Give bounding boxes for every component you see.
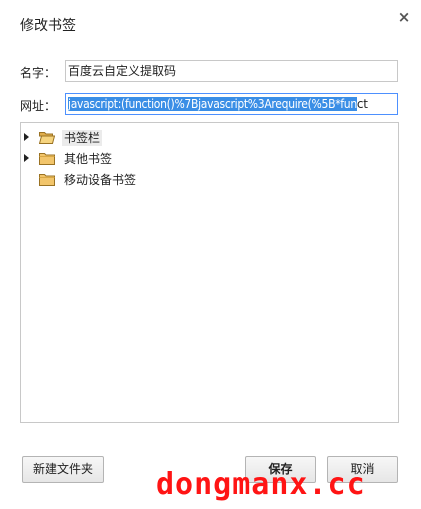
name-input[interactable]: 百度云自定义提取码 (65, 60, 398, 82)
url-input[interactable]: javascript:(function()%7Bjavascript%3Are… (65, 93, 398, 115)
dialog-title: 修改书签 (20, 18, 76, 34)
close-icon[interactable]: × (395, 8, 413, 26)
url-input-selected-text: javascript:(function()%7Bjavascript%3Are… (68, 97, 357, 111)
name-input-value: 百度云自定义提取码 (68, 64, 177, 78)
url-label: 网址： (20, 99, 57, 113)
tree-node-bookmarks-bar[interactable]: 书签栏 (21, 128, 398, 148)
name-label: 名字： (20, 66, 57, 80)
folder-icon (39, 153, 55, 165)
expand-arrow-icon[interactable] (24, 154, 29, 162)
new-folder-button[interactable]: 新建文件夹 (22, 456, 104, 483)
tree-node-other-bookmarks[interactable]: 其他书签 (21, 149, 398, 169)
tree-node-label: 其他书签 (64, 152, 113, 166)
tree-node-label: 移动设备书签 (64, 173, 137, 187)
expand-arrow-icon[interactable] (24, 133, 29, 141)
watermark: dongmanx.cc (156, 467, 366, 502)
edit-bookmark-dialog: 修改书签 × 名字： 百度云自定义提取码 网址： javascript:(fun… (0, 0, 421, 509)
folder-icon (39, 174, 55, 186)
folder-open-icon (39, 132, 55, 144)
url-input-tail-text: ct (356, 97, 368, 111)
tree-node-label: 书签栏 (62, 130, 103, 146)
tree-node-mobile-bookmarks[interactable]: 移动设备书签 (21, 170, 398, 190)
folder-tree[interactable]: 书签栏 其他书签 移动设备书签 (20, 122, 399, 423)
